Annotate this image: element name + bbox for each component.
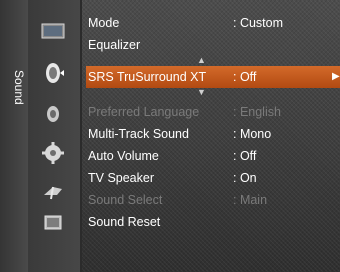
channel-icon[interactable] xyxy=(38,100,68,126)
menu-item-value: : Custom xyxy=(233,16,284,30)
menu-item-value: : On xyxy=(233,171,257,185)
menu-item-label: Multi-Track Sound xyxy=(88,127,189,141)
menu-item-value: : Main xyxy=(233,193,268,207)
menu-item-label: Equalizer xyxy=(88,38,141,52)
category-icon-bar xyxy=(28,0,80,272)
menu-item-value: : English xyxy=(233,105,281,119)
menu-item-label: Preferred Language xyxy=(88,105,200,119)
menu-item-label: SRS TruSurround XT xyxy=(88,70,207,84)
menu-item-value: : Mono xyxy=(233,127,272,141)
menu-item-value: : Off xyxy=(233,70,257,84)
menu-item-label: Auto Volume xyxy=(88,149,159,163)
application-icon[interactable] xyxy=(38,210,68,236)
submenu-arrow-icon: ▶ xyxy=(332,71,340,82)
picture-icon[interactable] xyxy=(38,18,68,44)
menu-item-label: Sound Reset xyxy=(88,215,161,229)
tv-menu-screen: Sound ▲ Mode: Custom Equalizer SRS TruS… xyxy=(0,0,340,272)
input-icon[interactable] xyxy=(38,178,68,204)
scroll-down-indicator: ▼ xyxy=(197,87,206,97)
menu-item-label: Sound Select xyxy=(88,193,163,207)
scroll-up-indicator: ▲ xyxy=(197,55,206,65)
menu-item-label: Mode xyxy=(88,16,120,30)
menu-item-label: TV Speaker xyxy=(88,171,155,185)
menu-item-value: : Off xyxy=(233,149,257,163)
sound-icon[interactable] xyxy=(38,60,68,86)
sound-tab[interactable]: Sound xyxy=(0,0,28,272)
setup-icon[interactable] xyxy=(38,140,68,166)
tab-label: Sound xyxy=(12,70,26,105)
panel-divider xyxy=(80,0,82,272)
